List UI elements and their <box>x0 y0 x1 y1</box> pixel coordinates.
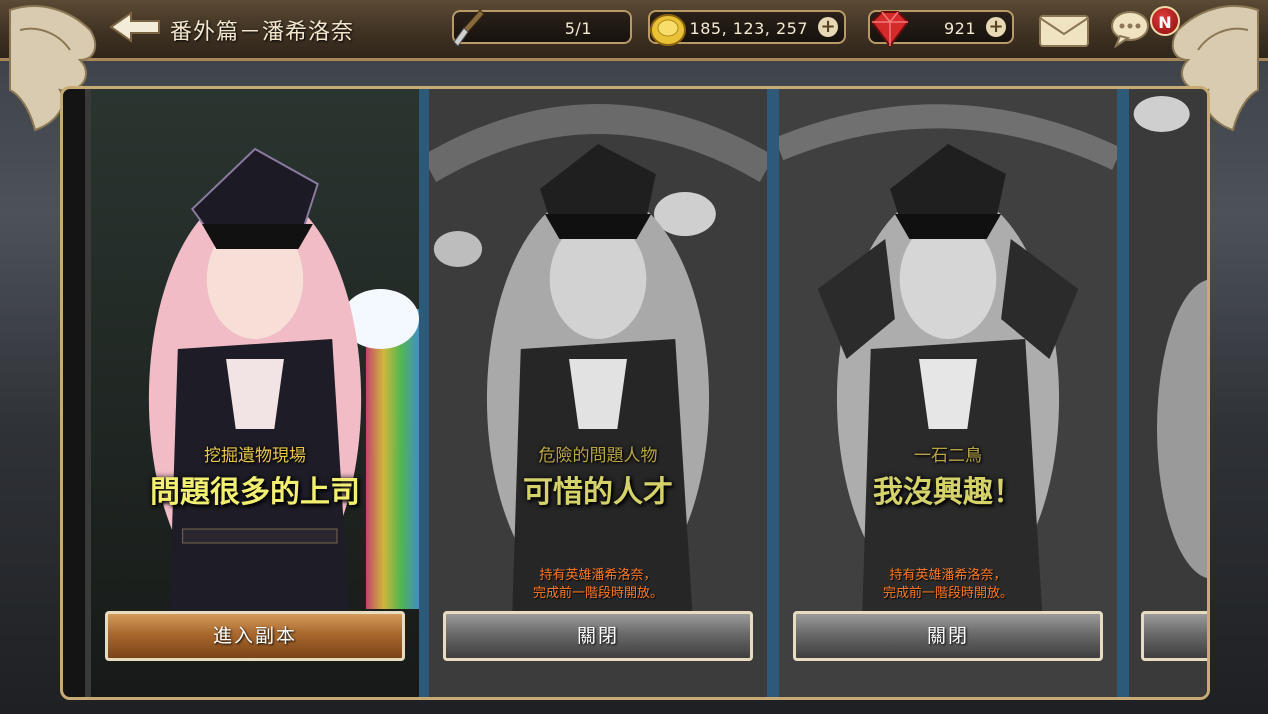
closed-button[interactable]: 關閉 <box>793 611 1103 661</box>
stamina-value: 5/1 <box>564 19 592 38</box>
add-gold-button[interactable]: + <box>818 17 838 37</box>
episode-card-partial[interactable] <box>1123 89 1207 697</box>
gold-value: 185, 123, 257 <box>689 19 808 38</box>
character-art <box>779 89 1117 697</box>
requirement-line: 完成前一階段時開放。 <box>532 586 663 601</box>
character-art <box>429 89 767 697</box>
episode-carousel[interactable]: 挖掘遺物現場 問題很多的上司 進入副本 危險的問題人物 可惜的人才 持有英雄潘希… <box>60 86 1210 700</box>
character-art <box>91 89 419 697</box>
stamina-counter: 5/1 <box>452 9 632 47</box>
mail-button[interactable] <box>1038 12 1090 48</box>
notification-badge: N <box>1150 6 1180 36</box>
back-arrow-icon <box>109 11 160 43</box>
requirement-line: 持有英雄潘希洛奈， <box>539 568 657 583</box>
unlock-requirement: 持有英雄潘希洛奈， 完成前一階段時開放。 <box>429 567 767 603</box>
gem-value: 921 <box>943 19 976 38</box>
ruby-gem-icon <box>870 11 910 48</box>
shovel-icon <box>453 9 485 47</box>
gold-counter: 185, 123, 257 + <box>648 10 846 46</box>
character-art <box>1129 89 1207 697</box>
episode-subtitle: 挖掘遺物現場 <box>204 446 306 466</box>
gold-coin-icon <box>650 14 686 46</box>
unlock-requirement: 持有英雄潘希洛奈， 完成前一階段時開放。 <box>779 567 1117 603</box>
episode-card[interactable]: 危險的問題人物 可惜的人才 持有英雄潘希洛奈， 完成前一階段時開放。 關閉 <box>423 89 773 697</box>
page-title: 番外篇－潘希洛奈 <box>170 20 355 45</box>
closed-button[interactable]: 關閉 <box>443 611 753 661</box>
episode-subtitle: 一石二鳥 <box>914 446 982 466</box>
episode-title: 我沒興趣！ <box>873 475 1023 510</box>
requirement-line: 持有英雄潘希洛奈， <box>889 568 1007 583</box>
chat-icon <box>1111 11 1149 49</box>
episode-title: 問題很多的上司 <box>150 475 360 510</box>
back-button[interactable] <box>108 9 162 45</box>
episode-card[interactable]: 挖掘遺物現場 問題很多的上司 進入副本 <box>85 89 425 697</box>
closed-button[interactable] <box>1141 611 1207 661</box>
episode-subtitle: 危險的問題人物 <box>538 446 658 466</box>
episode-title: 可惜的人才 <box>523 475 673 510</box>
episode-card[interactable]: 一石二鳥 我沒興趣！ 持有英雄潘希洛奈， 完成前一階段時開放。 關閉 <box>773 89 1123 697</box>
mail-icon <box>1039 15 1089 47</box>
chat-button[interactable] <box>1110 8 1154 49</box>
requirement-line: 完成前一階段時開放。 <box>882 586 1013 601</box>
enter-dungeon-button[interactable]: 進入副本 <box>105 611 405 661</box>
add-gems-button[interactable]: + <box>986 17 1006 37</box>
top-bar: 番外篇－潘希洛奈 5/1 185, 123, 257 + 921 + N <box>0 0 1268 132</box>
gem-counter: 921 + <box>868 10 1014 48</box>
